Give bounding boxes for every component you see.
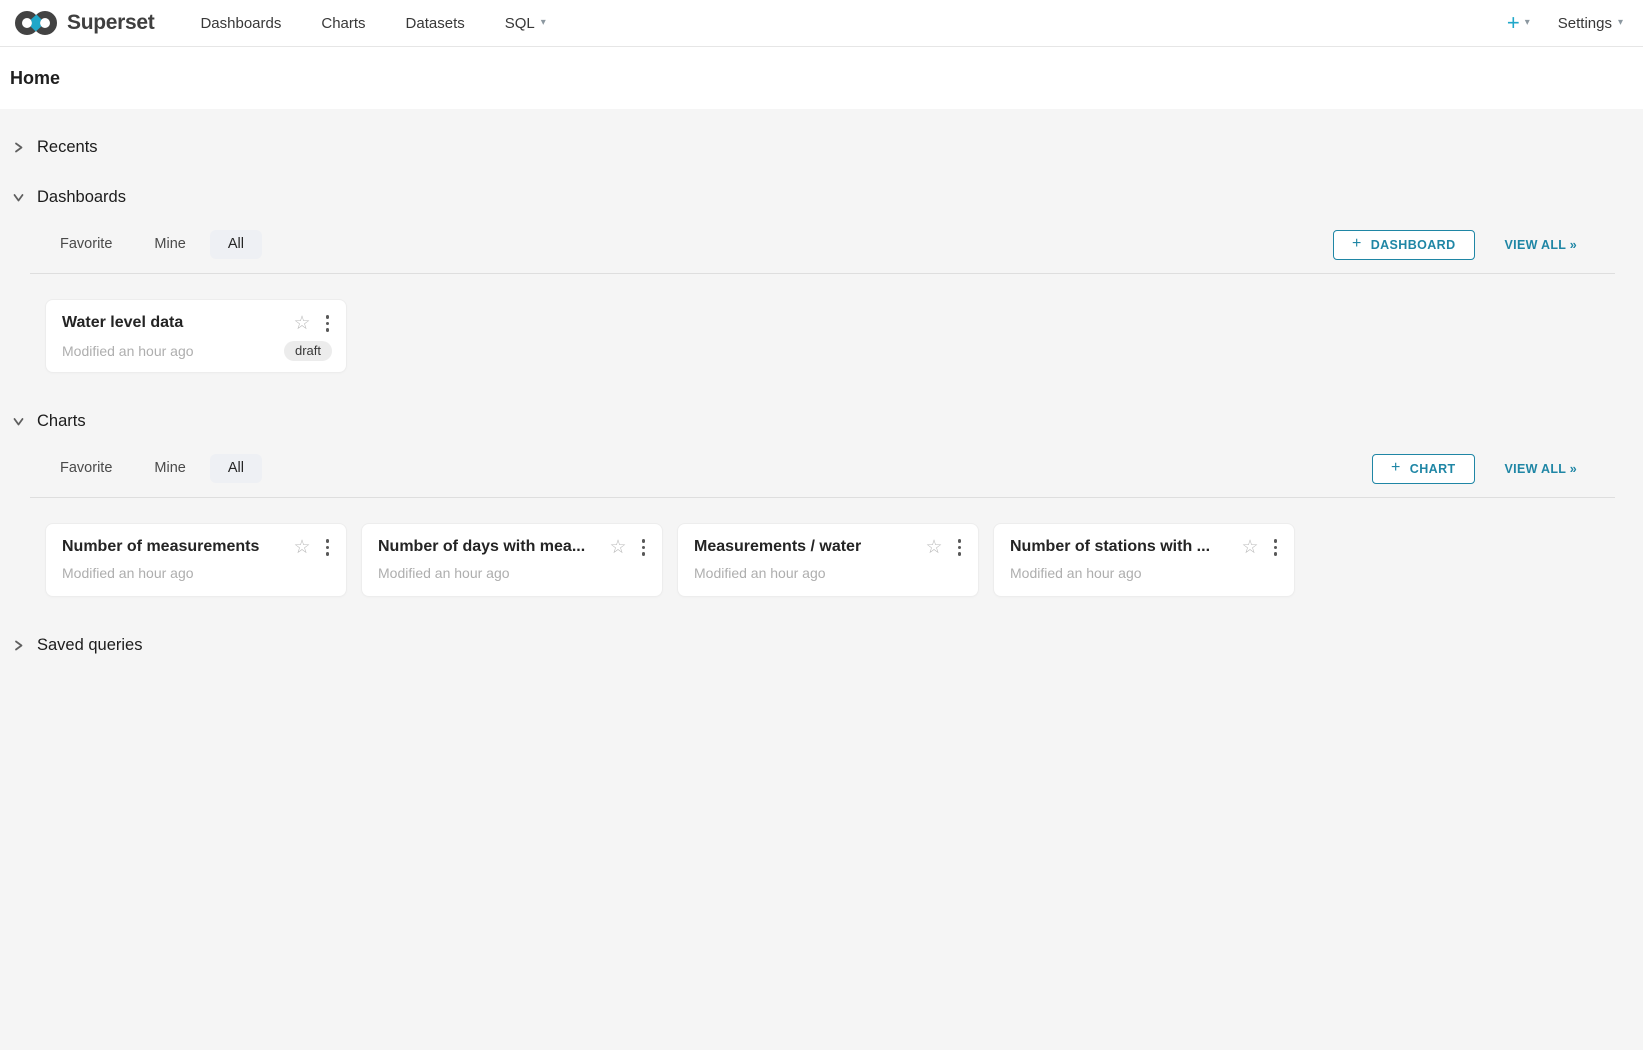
favorite-star-icon[interactable]: ☆ [609, 538, 626, 557]
top-navbar: Superset Dashboards Charts Datasets SQL … [0, 0, 1643, 47]
plus-icon: + [1391, 462, 1401, 475]
plus-icon: + [1352, 238, 1362, 251]
section-toggle-recents[interactable]: Recents [12, 135, 1643, 159]
caret-down-icon: ▾ [1618, 18, 1623, 28]
chart-card: Number of days with mea... ☆ Modified an… [361, 523, 663, 597]
caret-down-icon: ▾ [541, 18, 546, 28]
dashboards-controls-right: + DASHBOARD VIEW ALL » [1333, 230, 1615, 260]
main-nav: Dashboards Charts Datasets SQL ▾ [180, 15, 565, 32]
chart-card-title[interactable]: Number of days with mea... [378, 538, 601, 556]
section-toggle-saved-queries[interactable]: Saved queries [12, 633, 1643, 657]
kebab-menu-icon[interactable] [639, 537, 649, 558]
section-toggle-charts[interactable]: Charts [12, 409, 1643, 433]
dashboards-controls-row: Favorite Mine All + DASHBOARD VIEW ALL » [30, 229, 1615, 274]
tab-all[interactable]: All [210, 230, 262, 259]
chart-card-title[interactable]: Measurements / water [694, 538, 917, 556]
tab-mine[interactable]: Mine [154, 230, 185, 259]
tab-favorite[interactable]: Favorite [60, 454, 112, 483]
section-title-dashboards: Dashboards [37, 188, 126, 207]
new-dashboard-button[interactable]: + DASHBOARD [1333, 230, 1475, 260]
dashboards-cards-row: Water level data ☆ Modified an hour ago … [45, 299, 1643, 373]
tab-all[interactable]: All [210, 454, 262, 483]
kebab-menu-icon[interactable] [955, 537, 965, 558]
charts-filter-tabs: Favorite Mine All [60, 454, 244, 483]
section-title-charts: Charts [37, 412, 86, 431]
favorite-star-icon[interactable]: ☆ [925, 538, 942, 557]
navbar-right: + ▾ Settings ▾ [1507, 12, 1631, 34]
favorite-star-icon[interactable]: ☆ [293, 314, 310, 333]
plus-icon: + [1507, 12, 1520, 34]
chevron-right-icon [12, 639, 25, 652]
charts-view-all-link[interactable]: VIEW ALL » [1505, 462, 1577, 476]
new-dashboard-button-label: DASHBOARD [1371, 238, 1456, 252]
superset-infinity-icon [14, 10, 58, 36]
chart-card: Number of measurements ☆ Modified an hou… [45, 523, 347, 597]
superset-logo[interactable]: Superset [14, 10, 154, 36]
page-header: Home [0, 47, 1643, 109]
page-title: Home [10, 68, 60, 89]
status-badge: draft [284, 341, 332, 362]
section-title-recents: Recents [37, 138, 98, 157]
dashboard-card-title[interactable]: Water level data [62, 314, 285, 332]
kebab-menu-icon[interactable] [323, 537, 333, 558]
kebab-menu-icon[interactable] [323, 313, 333, 334]
modified-timestamp: Modified an hour ago [1010, 565, 1142, 581]
modified-timestamp: Modified an hour ago [62, 565, 194, 581]
nav-sql[interactable]: SQL ▾ [485, 15, 566, 32]
charts-cards-row: Number of measurements ☆ Modified an hou… [45, 523, 1643, 597]
nav-sql-label: SQL [505, 15, 535, 32]
settings-label: Settings [1558, 15, 1612, 32]
new-chart-button-label: CHART [1410, 462, 1456, 476]
caret-down-icon: ▾ [1525, 18, 1530, 28]
nav-datasets[interactable]: Datasets [386, 15, 485, 32]
charts-controls-row: Favorite Mine All + CHART VIEW ALL » [30, 453, 1615, 498]
modified-timestamp: Modified an hour ago [378, 565, 510, 581]
favorite-star-icon[interactable]: ☆ [1241, 538, 1258, 557]
dashboards-view-all-link[interactable]: VIEW ALL » [1505, 238, 1577, 252]
chart-card-title[interactable]: Number of measurements [62, 538, 285, 556]
chart-card-title[interactable]: Number of stations with ... [1010, 538, 1233, 556]
modified-timestamp: Modified an hour ago [694, 565, 826, 581]
chart-card: Measurements / water ☆ Modified an hour … [677, 523, 979, 597]
modified-timestamp: Modified an hour ago [62, 343, 194, 359]
chevron-right-icon [12, 141, 25, 154]
new-item-dropdown[interactable]: + ▾ [1507, 12, 1530, 34]
tab-favorite[interactable]: Favorite [60, 230, 112, 259]
settings-menu[interactable]: Settings ▾ [1558, 15, 1623, 32]
dashboards-filter-tabs: Favorite Mine All [60, 230, 244, 259]
nav-dashboards[interactable]: Dashboards [180, 15, 301, 32]
chart-card: Number of stations with ... ☆ Modified a… [993, 523, 1295, 597]
kebab-menu-icon[interactable] [1271, 537, 1281, 558]
new-chart-button[interactable]: + CHART [1372, 454, 1475, 484]
dashboard-card: Water level data ☆ Modified an hour ago … [45, 299, 347, 373]
tab-mine[interactable]: Mine [154, 454, 185, 483]
chevron-down-icon [12, 415, 25, 428]
nav-charts[interactable]: Charts [301, 15, 385, 32]
section-toggle-dashboards[interactable]: Dashboards [12, 185, 1643, 209]
charts-controls-right: + CHART VIEW ALL » [1372, 454, 1615, 484]
brand-name: Superset [67, 11, 154, 35]
chevron-down-icon [12, 191, 25, 204]
section-title-saved-queries: Saved queries [37, 636, 143, 655]
favorite-star-icon[interactable]: ☆ [293, 538, 310, 557]
